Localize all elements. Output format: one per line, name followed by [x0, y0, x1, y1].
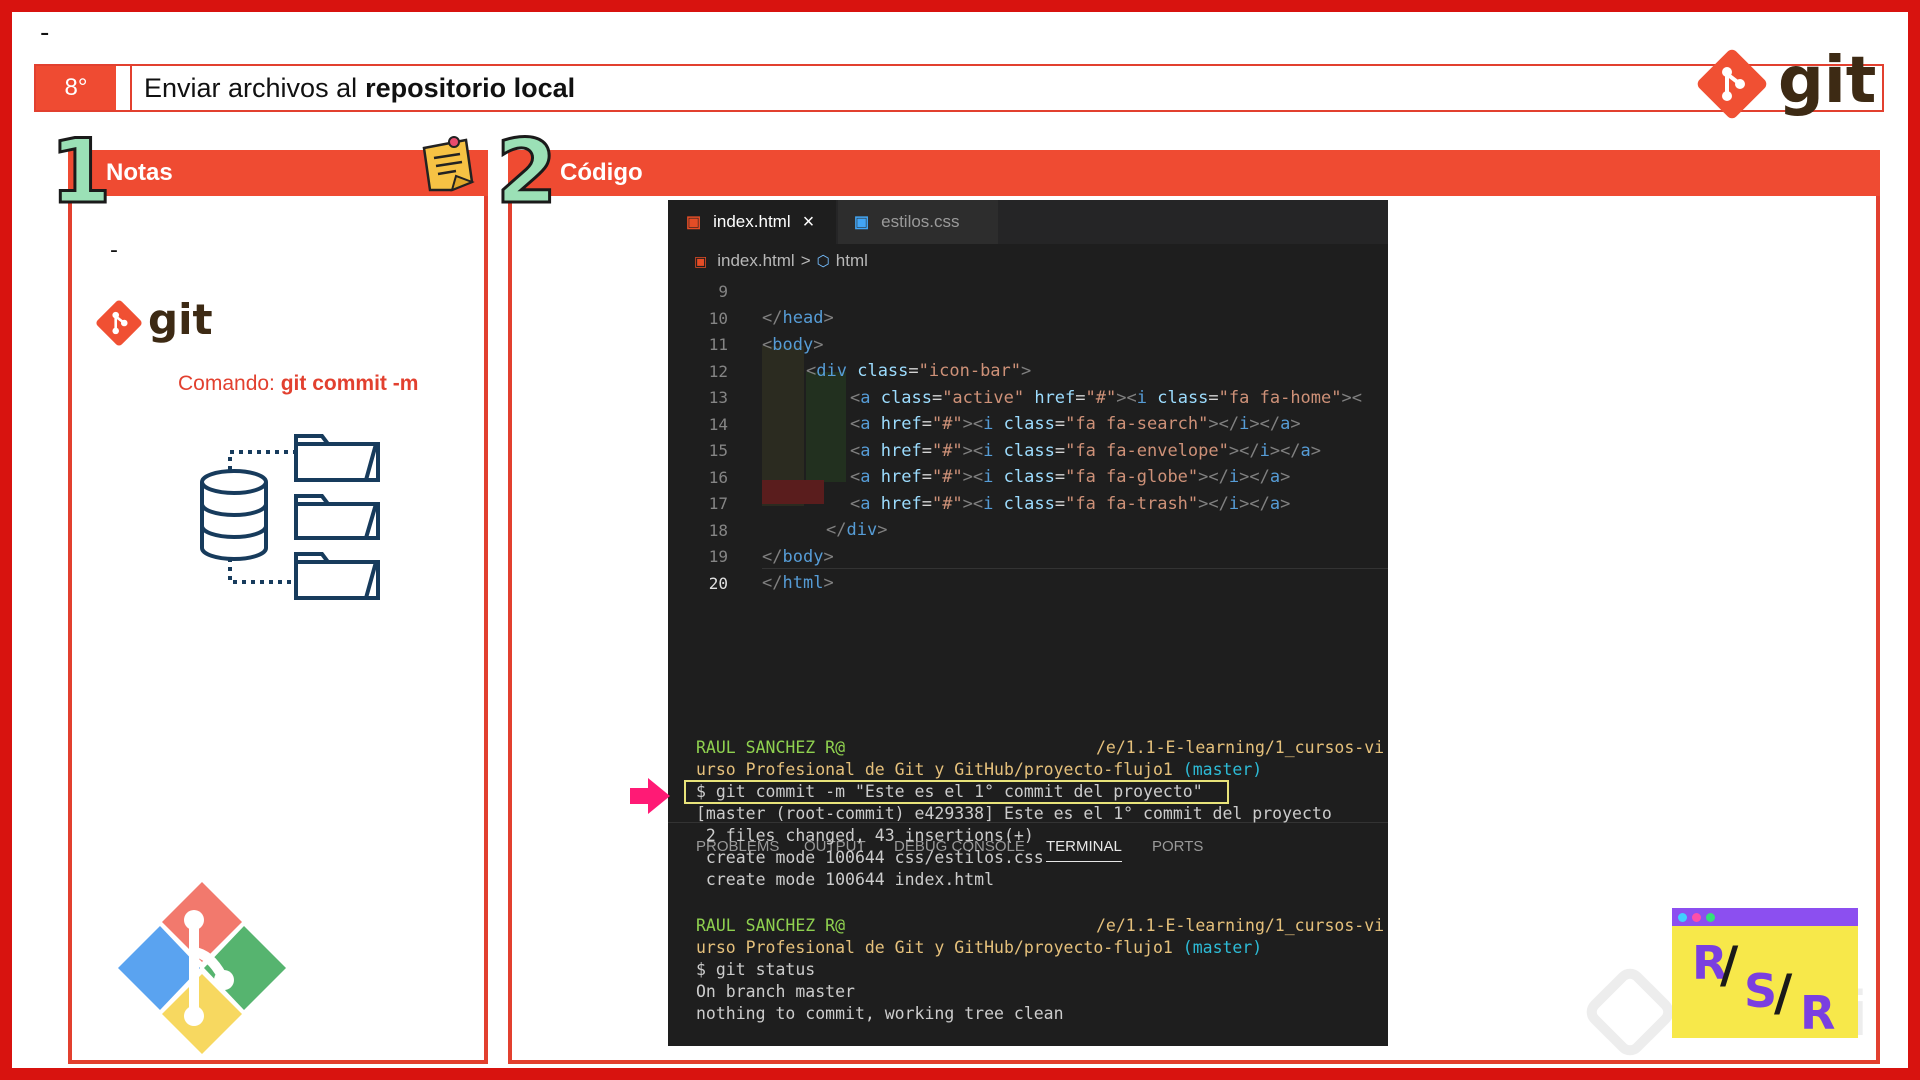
breadcrumb-separator: >	[800, 251, 811, 270]
command-value: git commit -m	[280, 372, 419, 395]
code-line: <a href="#"><i class="fa fa-search"></i>…	[850, 414, 1301, 434]
code-line: <body>	[762, 334, 824, 355]
arrow-right-icon	[630, 778, 670, 814]
tab-index-html[interactable]: ▣ index.html ×	[668, 200, 836, 244]
css3-icon: ▣	[854, 214, 870, 231]
indent-guide	[806, 372, 846, 482]
slide-title-bar: 8° Enviar archivos al repositorio local	[34, 64, 1884, 112]
top-dash: -	[40, 18, 50, 48]
code-title: Código	[560, 159, 643, 186]
tab-terminal[interactable]: TERMINAL	[1046, 838, 1122, 862]
terminal-path-line: urso Profesional de Git y GitHub/proyect…	[696, 938, 1262, 957]
line-number: 17	[708, 494, 728, 513]
html5-icon: ▣	[686, 214, 702, 231]
cube-icon: ⬡	[816, 253, 830, 270]
code-line: <a href="#"><i class="fa fa-globe"></i><…	[850, 467, 1291, 487]
rsr-badge: R / S / R	[1672, 908, 1858, 1040]
slide-title: Enviar archivos al repositorio local	[130, 66, 575, 110]
line-number-current: 20	[708, 573, 728, 593]
terminal-branch: (master)	[1182, 760, 1263, 779]
code-line: <a href="#"><i class="fa fa-envelope"></…	[850, 440, 1322, 461]
code-line: </body>	[762, 546, 834, 567]
line-number: 15	[708, 441, 728, 460]
terminal-output: [master (root-commit) e429338] Este es e…	[696, 804, 1332, 823]
slide-number: 8°	[36, 66, 116, 110]
tab-estilos-css[interactable]: ▣ estilos.css	[838, 200, 998, 244]
line-number: 11	[708, 335, 728, 354]
rsr-letter: R	[1800, 986, 1836, 1040]
line-number: 19	[708, 547, 728, 566]
terminal-user: RAUL SANCHEZ R@	[696, 916, 846, 935]
notes-git-logo: git	[94, 292, 234, 352]
tab-index-html-label: index.html	[713, 212, 791, 231]
terminal-output: nothing to commit, working tree clean	[696, 1004, 1064, 1023]
git-diamond-icon	[1697, 49, 1767, 119]
rsr-slash: /	[1720, 936, 1739, 994]
code-line: <div class="icon-bar">	[806, 361, 1032, 381]
code-line: <a class="active" href="#"><i class="fa …	[850, 387, 1362, 408]
terminal-command: $ git status	[696, 960, 816, 979]
terminal-output: create mode 100644 css/estilos.css	[696, 848, 1044, 867]
line-number: 12	[708, 361, 728, 381]
terminal-output: 2 files changed, 43 insertions(+)	[696, 826, 1034, 845]
code-line: </html>	[762, 573, 834, 593]
notes-git-text: git	[148, 295, 213, 344]
platzi-watermark-icon	[1586, 968, 1674, 1056]
colorful-git-logo-icon	[118, 882, 286, 1054]
terminal-path: /e/1.1-E-learning/1_cursos-vi	[1096, 916, 1385, 935]
code-line: <a href="#"><i class="fa fa-trash"></i><…	[850, 493, 1291, 514]
command-text: Comando: git commit -m	[178, 372, 418, 396]
current-line-highlight	[762, 568, 1388, 569]
terminal-path-cont: urso Profesional de Git y GitHub/proyect…	[696, 760, 1173, 779]
breadcrumb: ▣ index.html > ⬡ html	[668, 244, 1388, 278]
code-step-number: 2	[494, 120, 558, 223]
terminal-path: /e/1.1-E-learning/1_cursos-vi	[1096, 738, 1385, 757]
breadcrumb-element[interactable]: html	[836, 251, 868, 271]
terminal-output: On branch master	[696, 982, 855, 1001]
rsr-slash: /	[1774, 964, 1793, 1022]
git-logo: git	[1694, 44, 1884, 124]
error-highlight	[762, 480, 824, 504]
terminal-branch: (master)	[1182, 938, 1263, 957]
breadcrumb-file[interactable]: index.html	[717, 251, 794, 271]
terminal-path-cont: urso Profesional de Git y GitHub/proyect…	[696, 938, 1173, 957]
line-number: 9	[718, 282, 728, 301]
editor-tab-bar: ▣ index.html × ▣ estilos.css	[668, 200, 1388, 244]
terminal-output: create mode 100644 index.html	[696, 870, 995, 889]
repository-folders-illustration	[200, 434, 380, 600]
git-logo-text: git	[1778, 44, 1877, 118]
terminal-command: $ git commit -m "Este es el 1° commit de…	[696, 782, 1203, 801]
tab-ports[interactable]: PORTS	[1152, 838, 1203, 855]
terminal-path-line: urso Profesional de Git y GitHub/proyect…	[696, 760, 1262, 779]
line-number: 18	[708, 520, 728, 540]
rsr-letter: S	[1744, 964, 1778, 1018]
code-line: </head>	[762, 308, 834, 328]
slide-title-prefix: Enviar archivos al	[144, 72, 358, 103]
slide-title-bold: repositorio local	[365, 72, 576, 103]
git-diamond-icon	[96, 300, 142, 346]
terminal-user: RAUL SANCHEZ R@	[696, 738, 846, 757]
line-number: 14	[708, 414, 728, 434]
command-label: Comando:	[178, 372, 275, 395]
close-icon[interactable]: ×	[803, 211, 815, 234]
tab-estilos-css-label: estilos.css	[881, 212, 960, 231]
window-dot-icon	[1678, 913, 1687, 922]
sticky-note-icon	[422, 136, 475, 192]
notes-title: Notas	[106, 159, 173, 186]
notes-dash: -	[110, 238, 118, 263]
line-number: 16	[708, 467, 728, 487]
html5-icon: ▣	[694, 252, 708, 269]
window-dot-icon	[1706, 913, 1715, 922]
line-number: 10	[708, 308, 728, 328]
code-header: Código	[508, 150, 1880, 196]
line-number: 13	[708, 388, 728, 407]
notes-step-number: 1	[48, 120, 112, 223]
code-line: </div>	[826, 520, 888, 540]
window-dot-icon	[1692, 913, 1701, 922]
code-editor: ▣ index.html × ▣ estilos.css ▣ index.htm…	[668, 200, 1388, 1046]
